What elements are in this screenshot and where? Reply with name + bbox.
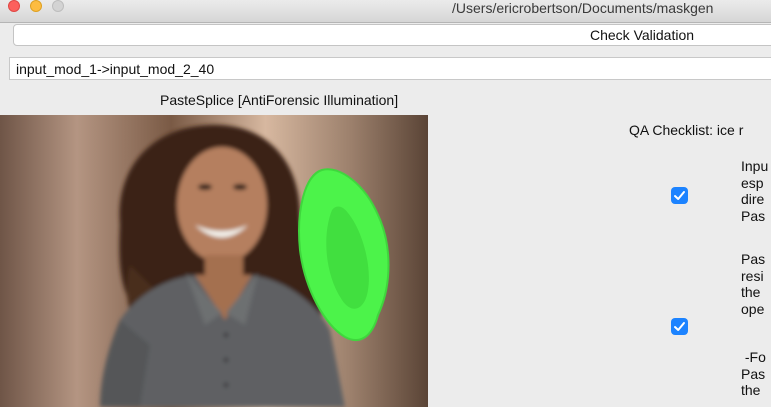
checkmark-icon — [674, 191, 685, 200]
check-validation-button[interactable]: Check Validation — [13, 24, 771, 46]
minimize-window-button[interactable] — [30, 0, 42, 12]
qa-item-1-text: Inpu esp dire Pas — [741, 158, 769, 224]
qa-checklist-title: QA Checklist: ice r — [629, 122, 744, 138]
window-titlebar: /Users/ericrobertson/Documents/maskgen — [0, 0, 771, 23]
preview-image — [0, 115, 428, 407]
operation-label: PasteSplice [AntiForensic Illumination] — [160, 92, 399, 108]
qa-item-3-text: -Fo Pas the — [741, 349, 766, 398]
qa-item-2-text: Pas resi the ope — [741, 251, 766, 317]
maximize-window-button[interactable] — [52, 0, 64, 12]
close-window-button[interactable] — [8, 0, 20, 12]
checkmark-icon — [674, 322, 685, 331]
link-path-field[interactable]: input_mod_1->input_mod_2_40 — [9, 57, 771, 80]
qa-item-2-checkbox[interactable] — [671, 318, 688, 335]
window-title: /Users/ericrobertson/Documents/maskgen — [452, 0, 714, 16]
qa-item-1-checkbox[interactable] — [671, 187, 688, 204]
